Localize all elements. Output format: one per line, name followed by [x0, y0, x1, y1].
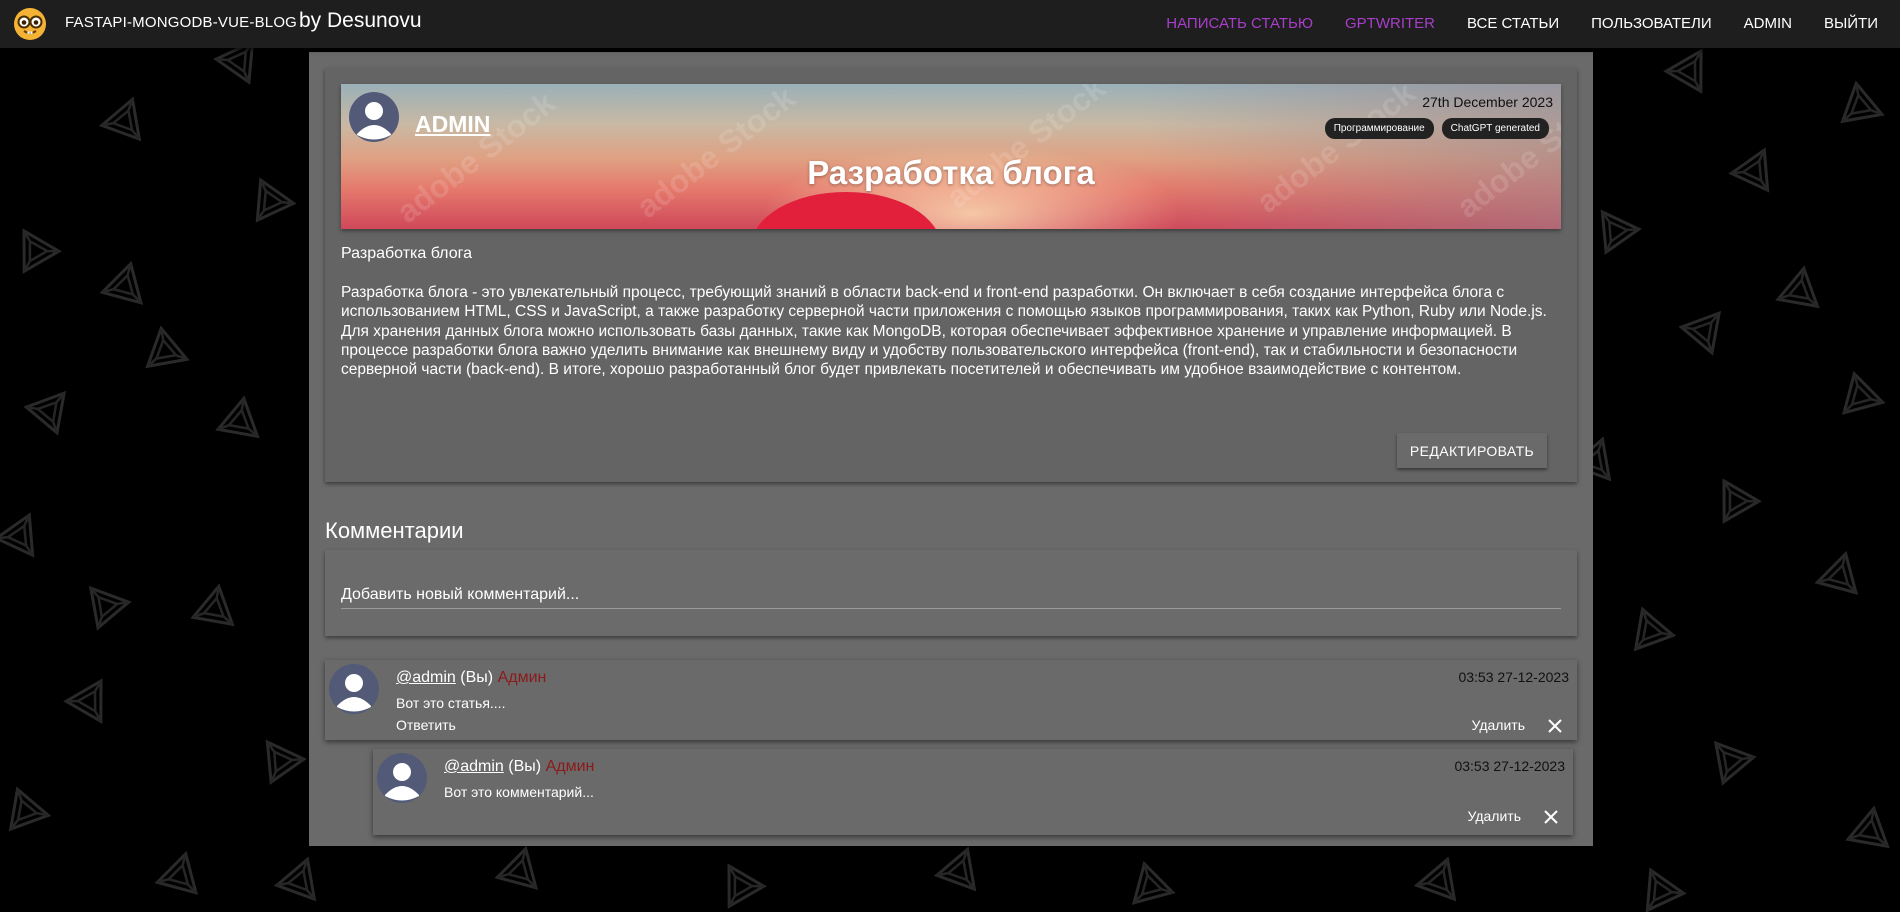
nerd-face-icon[interactable]	[13, 7, 47, 41]
comments-heading: Комментарии	[325, 518, 464, 543]
reply-button[interactable]: Ответить	[396, 717, 456, 733]
penrose-triangle-icon	[1413, 856, 1457, 902]
penrose-triangle-icon	[1840, 80, 1885, 124]
penrose-triangle-icon	[88, 585, 132, 631]
penrose-triangle-icon	[1775, 265, 1820, 309]
close-icon[interactable]	[1547, 718, 1563, 734]
nav-write-article[interactable]: НАПИСАТЬ СТАТЬЮ	[1166, 15, 1313, 32]
penrose-triangle-icon	[1722, 478, 1762, 524]
penrose-triangle-icon	[1713, 740, 1757, 786]
post-title: Разработка блога	[807, 154, 1095, 191]
post-body: Разработка блога - это увлекательный про…	[341, 284, 1547, 379]
post-tags: Программирование ChatGPT generated	[1324, 118, 1549, 139]
penrose-triangle-icon	[145, 325, 190, 369]
penrose-triangle-icon	[1131, 860, 1176, 905]
post-banner: adobe Stock adobe Stock adobe Stock adob…	[341, 84, 1561, 229]
penrose-triangle-icon	[273, 856, 317, 902]
penrose-triangle-icon	[1600, 209, 1642, 255]
nav-profile-admin[interactable]: ADMIN	[1744, 15, 1792, 32]
new-comment-input[interactable]	[341, 582, 1561, 609]
new-comment-card	[325, 550, 1577, 636]
app-name[interactable]: FASTAPI-MONGODB-VUE-BLOG	[65, 14, 297, 31]
post-card: adobe Stock adobe Stock adobe Stock adob…	[325, 68, 1577, 482]
nav-logout[interactable]: ВЫЙТИ	[1824, 15, 1878, 32]
penrose-triangle-icon	[933, 846, 977, 892]
tag-chip[interactable]: ChatGPT generated	[1441, 118, 1549, 139]
post-author-link[interactable]: ADMIN	[415, 111, 490, 138]
penrose-triangle-icon	[1678, 310, 1722, 356]
penrose-triangle-icon	[255, 177, 297, 223]
author-avatar-icon[interactable]	[349, 92, 399, 142]
comment-username-link[interactable]: @admin	[396, 669, 456, 686]
comment-text: Вот это комментарий...	[444, 784, 594, 800]
penrose-triangle-icon	[63, 678, 103, 724]
penrose-triangle-icon	[8, 786, 52, 832]
main-nav: НАПИСАТЬ СТАТЬЮ GPTWRITER ВСЕ СТАТЬИ ПОЛ…	[1166, 0, 1878, 46]
penrose-triangle-icon	[1845, 805, 1890, 849]
comment-you-label: (Вы)	[460, 669, 494, 686]
tag-chip[interactable]: Программирование	[1324, 118, 1434, 139]
penrose-triangle-icon	[215, 395, 260, 439]
post-date: 27th December 2023	[1422, 94, 1553, 110]
comment-username-link[interactable]: @admin	[444, 758, 504, 775]
penrose-triangle-icon	[98, 96, 142, 142]
close-icon[interactable]	[1543, 809, 1559, 825]
penrose-triangle-icon	[22, 228, 62, 274]
penrose-triangle-icon	[1814, 550, 1859, 595]
comment-role-badge: Админ	[545, 758, 595, 775]
commenter-avatar-icon[interactable]	[377, 753, 427, 803]
edit-post-button[interactable]: РЕДАКТИРОВАТЬ	[1397, 433, 1547, 468]
nav-gptwriter[interactable]: GPTWRITER	[1345, 15, 1435, 32]
comment-header: @admin (Вы) Админ	[444, 758, 594, 776]
commenter-avatar-icon[interactable]	[329, 664, 379, 714]
penrose-triangle-icon	[1663, 48, 1703, 94]
penrose-triangle-icon	[1841, 370, 1886, 415]
comment-header: @admin (Вы) Админ	[396, 669, 546, 687]
nav-all-articles[interactable]: ВСЕ СТАТЬИ	[1467, 15, 1559, 32]
penrose-triangle-icon	[154, 850, 199, 895]
comment-item: @admin (Вы) Админ 03:53 27-12-2023 Вот э…	[325, 660, 1577, 740]
penrose-triangle-icon	[190, 583, 235, 627]
comment-timestamp: 03:53 27-12-2023	[1454, 758, 1565, 774]
penrose-triangle-icon	[1645, 867, 1687, 912]
penrose-triangle-icon	[1728, 147, 1770, 193]
penrose-triangle-icon	[494, 845, 539, 890]
comment-you-label: (Вы)	[508, 758, 542, 775]
penrose-triangle-icon	[99, 260, 144, 305]
penrose-triangle-icon	[727, 863, 767, 909]
delete-comment-button[interactable]: Удалить	[1472, 717, 1525, 733]
post-subtitle: Разработка блога	[341, 245, 472, 262]
penrose-triangle-icon	[23, 390, 67, 436]
penrose-triangle-icon	[0, 512, 35, 558]
delete-comment-button[interactable]: Удалить	[1468, 808, 1521, 824]
penrose-triangle-icon	[265, 739, 307, 785]
top-navbar: FASTAPI-MONGODB-VUE-BLOG by Desunovu НАП…	[0, 0, 1900, 48]
comment-reply-item: @admin (Вы) Админ 03:53 27-12-2023 Вот э…	[373, 749, 1573, 835]
penrose-triangle-icon	[1633, 606, 1677, 652]
main-content: adobe Stock adobe Stock adobe Stock adob…	[309, 52, 1593, 846]
comment-role-badge: Админ	[497, 669, 547, 686]
app-author: by Desunovu	[299, 9, 422, 32]
comment-timestamp: 03:53 27-12-2023	[1458, 669, 1569, 685]
nav-users[interactable]: ПОЛЬЗОВАТЕЛИ	[1591, 15, 1712, 32]
comment-text: Вот это статья....	[396, 695, 506, 711]
